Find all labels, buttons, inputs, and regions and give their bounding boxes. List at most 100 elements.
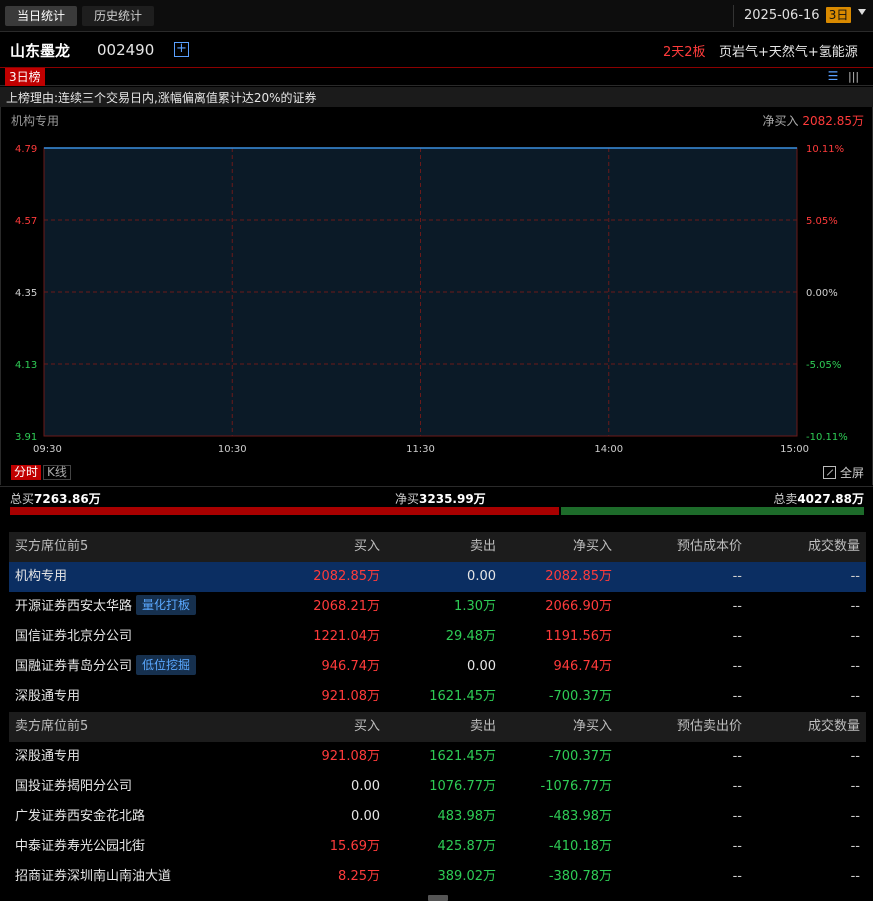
total-sell-value: 4027.88万	[797, 492, 864, 506]
tab-today-stats[interactable]: 当日统计	[5, 6, 78, 26]
seat-name[interactable]: 国融证券青岛分公司	[15, 659, 132, 674]
pct-tick-label: -10.11%	[806, 432, 848, 443]
col-sell[interactable]: 卖出	[470, 712, 496, 742]
buy-amount: 15.69万	[329, 839, 380, 854]
seat-cell: 国信证券北京分公司	[15, 622, 132, 652]
seat-name[interactable]: 国投证券揭阳分公司	[15, 779, 132, 794]
net-amount: -410.18万	[548, 839, 612, 854]
seat-cell: 开源证券西安太华路 量化打板	[15, 592, 197, 622]
col-buy[interactable]: 买入	[354, 532, 380, 562]
pct-tick-label: 10.11%	[806, 144, 844, 155]
table-row[interactable]: 开源证券西安太华路 量化打板 2068.21万 1.30万 2066.90万 -- --	[9, 592, 866, 622]
col-net[interactable]: 净买入	[573, 532, 612, 562]
seat-tag[interactable]: 低位挖掘	[136, 655, 197, 675]
tab-history-stats[interactable]: 历史统计	[82, 6, 155, 26]
pct-tick-label: 5.05%	[806, 216, 838, 227]
list-view-icon[interactable]: ☰	[826, 70, 840, 83]
sell-amount: 389.02万	[437, 869, 497, 884]
tab-kline[interactable]: K线	[43, 465, 71, 480]
table-row[interactable]: 机构专用 2082.85万 0.00 2082.85万 -- --	[9, 562, 866, 592]
net-amount: 946.74万	[553, 659, 613, 674]
table-row[interactable]: 广发证券西安金花北路 0.00 483.98万 -483.98万 -- --	[9, 802, 866, 832]
seat-cell: 国融证券青岛分公司 低位挖掘	[15, 652, 197, 682]
tab-3day-rank[interactable]: 3日榜	[5, 68, 45, 86]
seat-cell: 广发证券西安金花北路	[15, 802, 145, 832]
col-sell[interactable]: 卖出	[470, 532, 496, 562]
est-price: --	[732, 809, 742, 824]
listing-reason: 上榜理由:连续三个交易日内,涨幅偏离值累计达20%的证券	[6, 91, 317, 105]
time-tick-label: 11:30	[406, 444, 435, 455]
buy-amount: 8.25万	[338, 869, 380, 884]
seat-name[interactable]: 中泰证券寿光公园北街	[15, 839, 145, 854]
col-est-cost[interactable]: 预估成本价	[677, 532, 742, 562]
col-volume[interactable]: 成交数量	[808, 712, 860, 742]
sell-amount: 1621.45万	[429, 689, 496, 704]
fullscreen-button[interactable]: 全屏	[822, 464, 864, 481]
price-tick-label: 4.57	[15, 216, 37, 227]
seat-tag[interactable]: 量化打板	[136, 595, 197, 615]
table-row[interactable]: 国融证券青岛分公司 低位挖掘 946.74万 0.00 946.74万 -- --	[9, 652, 866, 682]
table-row[interactable]: 国投证券揭阳分公司 0.00 1076.77万 -1076.77万 -- --	[9, 772, 866, 802]
col-buy[interactable]: 买入	[354, 712, 380, 742]
rank-tab-bar: 3日榜 ☰ |||	[0, 67, 873, 86]
seat-cell: 机构专用	[15, 562, 67, 592]
total-buy-value: 7263.86万	[34, 492, 101, 506]
seat-name[interactable]: 深股通专用	[15, 689, 80, 704]
table-row[interactable]: 深股通专用 921.08万 1621.45万 -700.37万 -- --	[9, 682, 866, 712]
buy-amount: 2068.21万	[313, 599, 380, 614]
sell-amount: 1076.77万	[429, 779, 496, 794]
buy-amount: 1221.04万	[313, 629, 380, 644]
col-volume[interactable]: 成交数量	[808, 532, 860, 562]
stock-name[interactable]: 山东墨龙	[10, 40, 70, 61]
total-buy: 总买7263.86万	[10, 490, 101, 507]
buy-table-body: 机构专用 2082.85万 0.00 2082.85万 -- -- 开源证券西安太华路 量化打…	[9, 562, 866, 712]
tab-intraday[interactable]: 分时	[11, 465, 42, 480]
sell-amount: 1.30万	[454, 599, 496, 614]
table-row[interactable]: 中泰证券寿光公园北街 15.69万 425.87万 -410.18万 -- --	[9, 832, 866, 862]
seat-cell: 深股通专用	[15, 742, 80, 772]
time-tick-label: 14:00	[594, 444, 623, 455]
seat-name[interactable]: 深股通专用	[15, 749, 80, 764]
period-badge: 3日	[825, 7, 852, 23]
chevron-down-icon[interactable]	[858, 9, 866, 15]
net-amount: -1076.77万	[540, 779, 612, 794]
seat-cell: 深股通专用	[15, 682, 80, 712]
price-tick-label: 4.35	[15, 288, 37, 299]
sell-amount: 29.48万	[445, 629, 496, 644]
seat-name[interactable]: 机构专用	[15, 569, 67, 584]
volume: --	[850, 839, 860, 854]
seat-name[interactable]: 开源证券西安太华路	[15, 599, 132, 614]
est-price: --	[732, 839, 742, 854]
net-amount: 2082.85万	[545, 569, 612, 584]
bar-chart-icon[interactable]: |||	[848, 70, 862, 83]
table-row[interactable]: 深股通专用 921.08万 1621.45万 -700.37万 -- --	[9, 742, 866, 772]
time-tick-label: 10:30	[218, 444, 247, 455]
table-row[interactable]: 国信证券北京分公司 1221.04万 29.48万 1191.56万 -- --	[9, 622, 866, 652]
seat-cell: 国投证券揭阳分公司	[15, 772, 132, 802]
seat-name[interactable]: 国信证券北京分公司	[15, 629, 132, 644]
sell-table-header: 卖方席位前5 买入 卖出 净买入 预估卖出价 成交数量	[9, 712, 866, 742]
scroll-handle[interactable]	[428, 895, 448, 901]
top-bar: 当日统计 历史统计 2025-06-16 3日	[0, 0, 873, 32]
time-tick-label: 15:00	[780, 444, 809, 455]
buy-amount: 921.08万	[321, 749, 381, 764]
est-price: --	[732, 869, 742, 884]
intraday-chart-panel: 机构专用 净买入 2082.85万 4.79 10.11% 4.57 5.05% 4.3…	[0, 107, 873, 485]
stock-header: 山东墨龙 002490 + 2天2板 页岩气+天然气+氢能源	[0, 33, 873, 66]
table-row[interactable]: 招商证券深圳南山南油大道 8.25万 389.02万 -380.78万 -- --	[9, 862, 866, 892]
col-net[interactable]: 净买入	[573, 712, 612, 742]
net-buy-value: 3235.99万	[419, 492, 486, 506]
intraday-price-chart[interactable]: 4.79 10.11% 4.57 5.05% 4.35 0.00% 4.13 -5.05% 3.…	[1, 107, 872, 463]
add-watchlist-icon[interactable]: +	[174, 42, 189, 57]
date-selector[interactable]: 2025-06-16 3日	[733, 5, 852, 27]
volume: --	[850, 569, 860, 584]
seat-name[interactable]: 广发证券西安金花北路	[15, 809, 145, 824]
chart-mode-tabs: 分时 K线	[11, 465, 71, 480]
volume: --	[850, 749, 860, 764]
fullscreen-label: 全屏	[839, 466, 864, 480]
sell-amount: 0.00	[467, 569, 496, 584]
seat-name[interactable]: 招商证券深圳南山南油大道	[15, 869, 171, 884]
col-est-sell-price[interactable]: 预估卖出价	[677, 712, 742, 742]
buy-amount: 2082.85万	[313, 569, 380, 584]
volume: --	[850, 809, 860, 824]
